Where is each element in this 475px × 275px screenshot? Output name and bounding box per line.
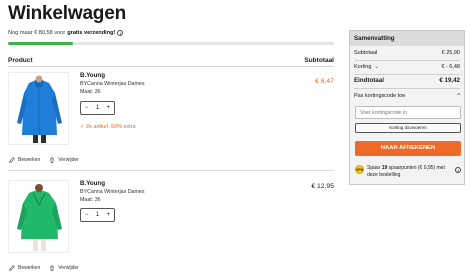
- item-size: Maat: 36: [80, 89, 101, 95]
- decrease-button[interactable]: −: [85, 212, 89, 218]
- discount-value: € - 6,48: [441, 64, 460, 70]
- shipping-bold: gratis verzending!: [67, 30, 116, 36]
- item-brand: B.Young: [80, 72, 105, 79]
- shipping-prefix: Nog maar € 80,58 voor: [8, 30, 66, 36]
- summary-divider: [354, 74, 460, 75]
- quantity-value: 1: [95, 105, 100, 111]
- product-image[interactable]: [8, 72, 69, 145]
- coupon-toggle-label: Pas kortingscode toe: [354, 93, 406, 99]
- loyalty-prefix: Spaar: [367, 165, 382, 171]
- summary-divider: [354, 88, 460, 89]
- apply-coupon-button[interactable]: Korting doorvoeren: [355, 123, 461, 133]
- shipping-progress-bar: [8, 42, 334, 45]
- page-title: Winkelwagen: [8, 3, 126, 24]
- coupon-toggle[interactable]: Pas kortingscode toe ^: [354, 93, 460, 99]
- header-divider: [8, 66, 334, 67]
- item-brand: B.Young: [80, 180, 105, 187]
- increase-button[interactable]: +: [106, 105, 110, 111]
- remove-button[interactable]: Verwijder: [49, 265, 79, 271]
- remove-label: Verwijder: [58, 265, 79, 271]
- item-price: € 12,95: [311, 183, 334, 190]
- pencil-icon: [9, 265, 15, 271]
- product-image[interactable]: [8, 180, 69, 253]
- product-column-header: Product: [8, 57, 33, 64]
- promo-label: ✓ 2e artikel -50% extra: [80, 124, 136, 130]
- chevron-down-icon[interactable]: ⌄: [374, 64, 378, 70]
- item-divider: [8, 170, 334, 171]
- coin-icon: VPS: [355, 165, 364, 174]
- remove-button[interactable]: Verwijder: [49, 157, 79, 163]
- quantity-stepper[interactable]: − 1 +: [80, 101, 115, 115]
- subtotal-label: Subtotaal: [354, 50, 378, 56]
- info-icon[interactable]: i: [455, 167, 461, 173]
- pencil-icon: [9, 157, 15, 163]
- trash-icon: [50, 265, 55, 271]
- edit-label: Bewerken: [18, 265, 41, 271]
- quantity-stepper[interactable]: − 1 +: [80, 208, 115, 222]
- edit-label: Bewerken: [18, 157, 41, 163]
- remove-label: Verwijder: [58, 157, 79, 163]
- subtotal-column-header: Subtotaal: [304, 57, 334, 64]
- discount-label: Korting: [354, 64, 372, 70]
- item-description: BYCanna Winterjas Dames: [80, 189, 145, 195]
- quantity-value: 1: [95, 212, 100, 218]
- total-label: Eindtotaal: [354, 77, 384, 84]
- discount-row[interactable]: Korting ⌄ € - 6,48: [354, 64, 460, 70]
- loyalty-note: VPS Spaar 19 spaarpunten (€ 0,95) met de…: [355, 165, 461, 178]
- decrease-button[interactable]: −: [85, 105, 89, 111]
- coupon-input[interactable]: Voer kortingscode in: [355, 106, 461, 119]
- chevron-up-icon[interactable]: ^: [457, 93, 460, 99]
- trash-icon: [50, 157, 55, 163]
- edit-button[interactable]: Bewerken: [9, 265, 40, 271]
- summary-divider: [354, 60, 460, 61]
- summary-title: Samenvatting: [350, 31, 464, 46]
- shipping-progress-fill: [8, 42, 74, 45]
- total-value: € 19,42: [439, 77, 460, 84]
- item-size: Maat: 36: [80, 197, 101, 203]
- info-icon[interactable]: i: [117, 30, 124, 36]
- increase-button[interactable]: +: [106, 212, 110, 218]
- checkout-button[interactable]: NAAR AFREKENEN: [355, 141, 461, 156]
- edit-button[interactable]: Bewerken: [9, 157, 40, 163]
- item-price: € 6,47: [315, 78, 334, 85]
- order-summary: Samenvatting Subtotaal € 25,90 Korting ⌄…: [349, 30, 465, 185]
- item-description: BYCanna Winterjas Dames: [80, 81, 145, 87]
- subtotal-value: € 25,90: [441, 50, 460, 56]
- total-row: Eindtotaal € 19,42: [354, 77, 460, 84]
- subtotal-row: Subtotaal € 25,90: [354, 50, 460, 56]
- free-shipping-note: Nog maar € 80,58 voor gratis verzending!…: [8, 30, 124, 36]
